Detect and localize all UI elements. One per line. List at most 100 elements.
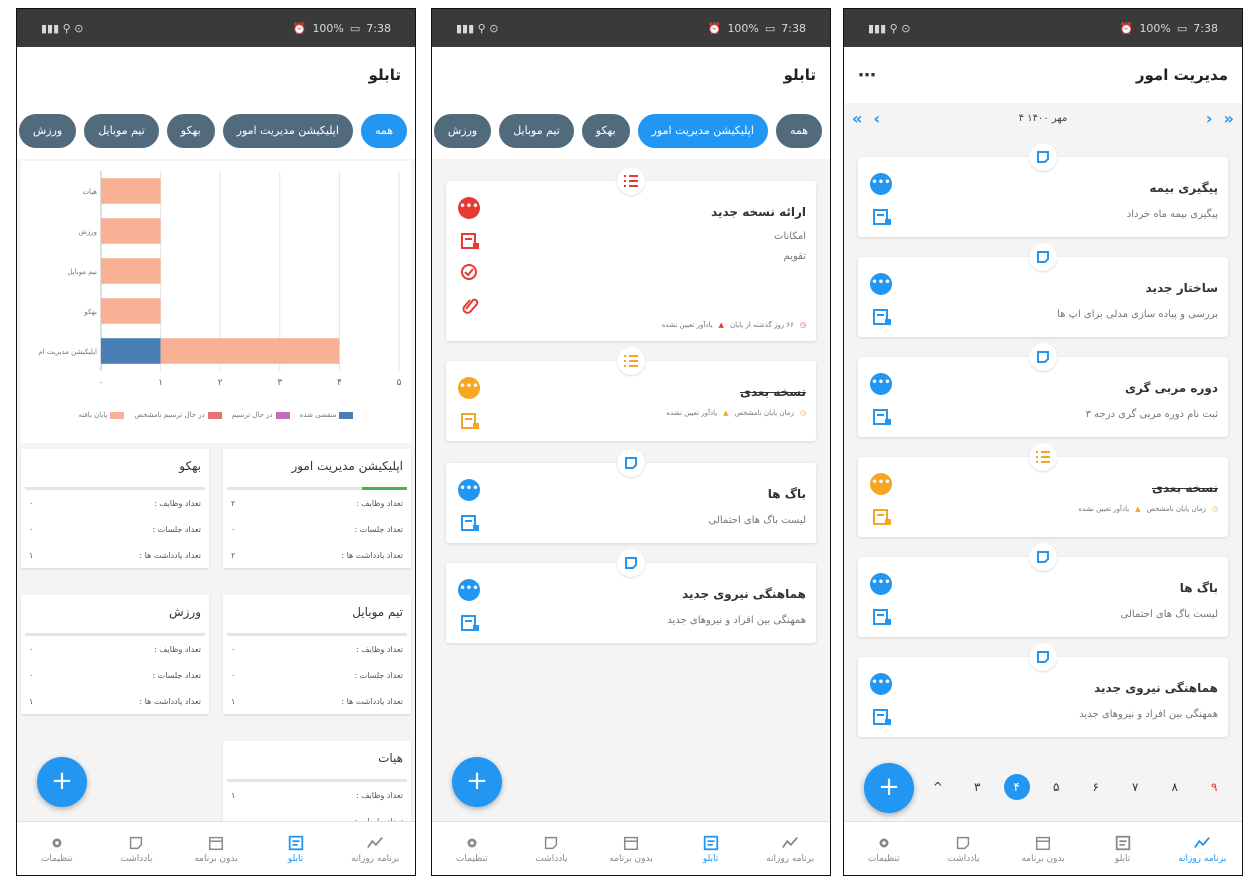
stat-card[interactable]: تیم موبایل تعداد وظایف :۰ تعداد جلسات :۰… xyxy=(223,595,411,714)
day-button[interactable]: ۶ xyxy=(1083,774,1109,800)
screenshot-canvas: ▮▮▮ ⚲ ⊙ ⏰ 100% ▭ 7:38 تابلو همه اپلیکیشن… xyxy=(0,0,1259,884)
nav-daily[interactable]: برنامه روزانه xyxy=(335,822,415,875)
collapse-icon[interactable]: ^ xyxy=(925,774,951,800)
nav-settings[interactable]: تنظیمات xyxy=(17,822,97,875)
day-button[interactable]: ۳ xyxy=(964,774,990,800)
task-card[interactable]: پیگیری بیمه پیگیری بیمه ماه خرداد ••• xyxy=(858,143,1228,237)
task-card[interactable]: هماهنگی نیروی جدید همهنگی بین افراد و نی… xyxy=(446,549,816,643)
chip-all[interactable]: همه xyxy=(775,114,822,148)
edit-icon[interactable] xyxy=(872,307,892,327)
attachment-icon[interactable] xyxy=(460,295,480,315)
day-button[interactable]: ۷ xyxy=(1122,774,1148,800)
more-options-button[interactable]: ••• xyxy=(870,173,892,195)
nav-unscheduled[interactable]: بدون برنامه xyxy=(176,822,256,875)
chip-project[interactable]: ورزش xyxy=(18,114,77,148)
add-fab-button[interactable]: + xyxy=(452,757,502,807)
stat-card[interactable]: اپلیکیشن مدیریت امور تعداد وظایف :۲ تعدا… xyxy=(223,449,411,568)
project-progress-chart: هیات ورزش تیم موبایل بهکو اپلیکیشن مدیریت ام… xyxy=(21,161,411,443)
calendar-icon xyxy=(623,836,639,850)
edit-icon[interactable] xyxy=(872,207,892,227)
more-options-button[interactable]: ••• xyxy=(458,579,480,601)
task-card[interactable]: دوره مربی گری ثبت نام دوره مربی گری درجه … xyxy=(858,343,1228,437)
next-day-icon[interactable]: › xyxy=(1206,109,1213,128)
nav-notes[interactable]: یادداشت xyxy=(924,822,1004,875)
nav-settings[interactable]: تنظیمات xyxy=(844,822,924,875)
task-title: باگ ها xyxy=(1179,581,1218,595)
bottom-nav: برنامه روزانه تابلو بدون برنامه یادداشت … xyxy=(432,821,830,875)
nav-settings[interactable]: تنظیمات xyxy=(432,822,512,875)
nav-notes[interactable]: یادداشت xyxy=(512,822,592,875)
chip-project[interactable]: تیم موبایل xyxy=(499,114,574,148)
task-desc: تقویم xyxy=(783,251,806,262)
check-icon[interactable] xyxy=(460,263,480,283)
edit-icon[interactable] xyxy=(872,407,892,427)
edit-icon[interactable] xyxy=(872,507,892,527)
day-button-today[interactable]: ۴ xyxy=(1003,774,1030,800)
nav-daily[interactable]: برنامه روزانه xyxy=(750,822,830,875)
add-fab-button[interactable]: + xyxy=(37,757,87,807)
prev-day-icon[interactable]: ‹ xyxy=(873,109,880,128)
chip-project[interactable]: اپلیکیشن مدیریت امور xyxy=(637,114,768,148)
task-title: باگ ها xyxy=(767,487,806,501)
battery-icon: ▭ xyxy=(764,21,776,35)
prev-week-icon[interactable]: « xyxy=(852,109,862,128)
edit-icon[interactable] xyxy=(460,613,480,633)
edit-icon[interactable] xyxy=(872,707,892,727)
status-bar: ▮▮▮ ⚲ ⊙ ⏰ 100% ▭ 7:38 xyxy=(17,9,415,47)
task-card[interactable]: باگ ها لیست باگ های احتمالی ••• xyxy=(858,543,1228,637)
alarm-icon: ⏰ xyxy=(1119,21,1134,35)
add-fab-button[interactable]: + xyxy=(864,763,914,813)
more-options-button[interactable]: ••• xyxy=(870,273,892,295)
stat-card[interactable]: بهکو تعداد وظایف :۰ تعداد جلسات :۰ تعداد… xyxy=(21,449,209,568)
more-options-button[interactable]: ••• xyxy=(870,373,892,395)
task-card[interactable]: باگ ها لیست باگ های احتمالی ••• xyxy=(446,449,816,543)
edit-icon[interactable] xyxy=(460,513,480,533)
day-button[interactable]: ۸ xyxy=(1162,774,1188,800)
nav-board[interactable]: تابلو xyxy=(1083,822,1163,875)
nav-unscheduled[interactable]: بدون برنامه xyxy=(1003,822,1083,875)
more-options-button[interactable]: ••• xyxy=(458,479,480,501)
more-options-button[interactable]: ••• xyxy=(458,197,480,219)
board-icon xyxy=(1115,835,1130,850)
nav-board[interactable]: تابلو xyxy=(671,822,751,875)
progress-bar xyxy=(227,779,407,782)
more-options-button[interactable]: ••• xyxy=(870,673,892,695)
more-options-button[interactable]: ••• xyxy=(870,573,892,595)
stat-card[interactable]: هیات تعداد وظایف :۱ تعداد جلسات :۰ xyxy=(223,741,411,821)
next-week-icon[interactable]: » xyxy=(1224,109,1234,128)
chip-project[interactable]: بهکو xyxy=(166,114,215,148)
edit-icon[interactable] xyxy=(460,411,480,431)
stat-card[interactable]: ورزش تعداد وظایف :۰ تعداد جلسات :۰ تعداد… xyxy=(21,595,209,714)
task-card[interactable]: نسخه بعدی ◷ زمان پایان نامشخص ▲ یادآور تعی… xyxy=(446,347,816,441)
chip-project[interactable]: بهکو xyxy=(581,114,630,148)
more-options-button[interactable]: ••• xyxy=(458,377,480,399)
clock-icon: ◷ xyxy=(799,409,806,417)
chip-project[interactable]: تیم موبایل xyxy=(84,114,159,148)
day-button[interactable]: ۵ xyxy=(1043,774,1069,800)
bar-segment xyxy=(160,338,340,364)
y-tick-label: هیات xyxy=(82,188,97,196)
y-tick-label: ورزش xyxy=(78,228,97,236)
day-button-holiday[interactable]: ۹ xyxy=(1201,774,1227,800)
task-title: پیگیری بیمه xyxy=(1149,181,1218,195)
more-options-button[interactable]: ••• xyxy=(870,473,892,495)
y-tick-label: تیم موبایل xyxy=(67,268,97,276)
nav-notes[interactable]: یادداشت xyxy=(97,822,177,875)
calendar-icon xyxy=(1035,836,1051,850)
edit-icon[interactable] xyxy=(872,607,892,627)
task-card[interactable]: نسخه بعدی ◷ زمان پایان نامشخص ▲ یادآور تعیین… xyxy=(858,443,1228,537)
nav-unscheduled[interactable]: بدون برنامه xyxy=(591,822,671,875)
task-card[interactable]: ارائه نسخه جدید امکانات تقویم ◷ ۶۶ روز گذ… xyxy=(446,167,816,341)
task-meta: ◷ ۶۶ روز گذشته از پایان ▲ یادآور تعیین نشد… xyxy=(661,321,806,329)
chip-project[interactable]: ورزش xyxy=(433,114,492,148)
task-card[interactable]: ساختار جدید بررسی و پیاده سازی مدلی برای … xyxy=(858,243,1228,337)
chip-project[interactable]: اپلیکیشن مدیریت امور xyxy=(222,114,353,148)
task-card[interactable]: هماهنگی نیروی جدید همهنگی بین افراد و نیر… xyxy=(858,643,1228,737)
project-filter-chips: همه اپلیکیشن مدیریت امور بهکو تیم موبایل… xyxy=(17,103,415,159)
more-menu-icon[interactable]: ⋯ xyxy=(858,65,876,86)
nav-daily[interactable]: برنامه روزانه xyxy=(1162,822,1242,875)
edit-icon[interactable] xyxy=(460,231,480,251)
app-bar: تابلو xyxy=(432,47,830,103)
nav-board[interactable]: تابلو xyxy=(256,822,336,875)
chip-all[interactable]: همه xyxy=(360,114,407,148)
